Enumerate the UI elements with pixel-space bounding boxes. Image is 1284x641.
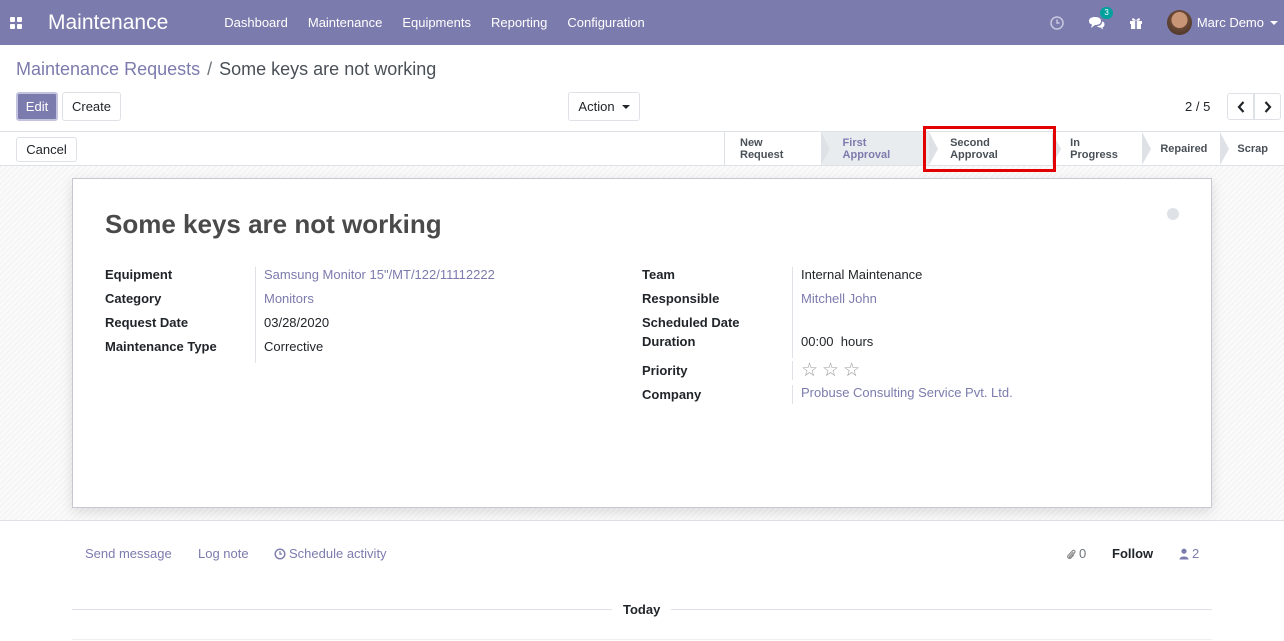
breadcrumb: Maintenance Requests / Some keys are not… [16, 59, 436, 80]
category-label: Category [105, 291, 162, 306]
star-outline-icon[interactable]: ☆ [843, 361, 860, 380]
priority-stars: ☆ ☆ ☆ [792, 360, 860, 380]
company-value[interactable]: Probuse Consulting Service Pvt. Ltd. [792, 384, 1013, 404]
followers-count: 2 [1192, 546, 1200, 561]
chat-icon[interactable]: 3 [1088, 6, 1113, 30]
field-row-duration: Duration 00:00 hours [642, 334, 1013, 358]
field-row-company: Company Probuse Consulting Service Pvt. … [642, 382, 1013, 406]
company-label: Company [642, 386, 702, 402]
breadcrumb-separator: / [207, 59, 213, 79]
request-date-value: 03/28/2020 [255, 315, 329, 339]
top-navbar: Maintenance Dashboard Maintenance Equipm… [0, 0, 1284, 45]
paperclip-icon [1067, 549, 1076, 559]
avatar [1166, 10, 1192, 35]
chevron-left-icon [1237, 100, 1244, 113]
field-row-request-date: Request Date 03/28/2020 [105, 315, 495, 339]
field-row-maintenance-type: Maintenance Type Corrective [105, 339, 495, 363]
priority-label: Priority [642, 362, 688, 378]
attachments-count: 0 [1079, 546, 1087, 561]
action-label: Action [578, 99, 615, 114]
field-row-equipment: Equipment Samsung Monitor 15"/MT/122/111… [105, 267, 495, 291]
maintenance-type-label: Maintenance Type [105, 339, 217, 354]
maintenance-type-value: Corrective [255, 339, 323, 363]
star-outline-icon[interactable]: ☆ [801, 361, 818, 380]
form-statusbar: Cancel New Request First Approval Second… [0, 131, 1284, 166]
stage-repaired[interactable]: Repaired [1142, 132, 1230, 165]
duration-unit: hours [840, 334, 874, 349]
menu-configuration[interactable]: Configuration [557, 0, 654, 45]
chevron-right-icon [1264, 100, 1271, 113]
stage-pipeline: New Request First Approval Second Approv… [724, 132, 1284, 165]
gift-icon[interactable] [1129, 16, 1143, 30]
action-dropdown-button[interactable]: Action [568, 92, 640, 121]
app-title[interactable]: Maintenance [48, 11, 168, 35]
user-icon [1179, 548, 1189, 559]
navbar-systray: 3 Marc Demo [1050, 0, 1284, 45]
pager-previous-button[interactable] [1227, 93, 1254, 120]
log-note-button[interactable]: Log note [198, 546, 249, 561]
equipment-value[interactable]: Samsung Monitor 15"/MT/122/11112222 [255, 267, 495, 291]
responsible-label: Responsible [642, 291, 720, 306]
duration-value-wrapper: 00:00 hours [792, 334, 873, 358]
edit-button[interactable]: Edit [16, 92, 58, 121]
stage-second-approval[interactable]: Second Approval [929, 132, 1062, 165]
cancel-button[interactable]: Cancel [16, 137, 77, 162]
user-name: Marc Demo [1196, 15, 1264, 30]
apps-menu-icon[interactable] [0, 0, 32, 45]
menu-reporting[interactable]: Reporting [481, 0, 557, 45]
bottom-divider [72, 639, 1212, 640]
scheduled-date-value [792, 315, 801, 334]
request-title: Some keys are not working [105, 209, 442, 239]
stage-in-progress[interactable]: In Progress [1052, 132, 1152, 165]
star-outline-icon[interactable]: ☆ [822, 361, 839, 380]
today-separator-label: Today [612, 602, 672, 617]
field-row-category: Category Monitors [105, 291, 495, 315]
form-group-left: Equipment Samsung Monitor 15"/MT/122/111… [105, 267, 495, 363]
form-group-right: Team Internal Maintenance Responsible Mi… [642, 267, 1013, 406]
schedule-activity-label: Schedule activity [289, 546, 387, 561]
responsible-value[interactable]: Mitchell John [792, 291, 877, 315]
attachments-button[interactable]: 0 [1066, 546, 1086, 561]
create-button[interactable]: Create [62, 92, 121, 121]
messages-count-badge: 3 [1100, 6, 1113, 19]
pager-value[interactable]: 2 / 5 [1185, 99, 1210, 114]
stage-scrap[interactable]: Scrap [1220, 132, 1284, 165]
field-row-priority: Priority ☆ ☆ ☆ [642, 358, 1013, 382]
kanban-state-indicator[interactable] [1167, 208, 1179, 220]
team-label: Team [642, 267, 675, 282]
menu-dashboard[interactable]: Dashboard [214, 0, 298, 45]
duration-value: 00:00 [801, 334, 834, 349]
clock-icon[interactable] [1050, 15, 1064, 30]
clock-icon [274, 547, 286, 560]
duration-label: Duration [642, 334, 696, 349]
field-row-scheduled-date: Scheduled Date [642, 315, 1013, 334]
category-value[interactable]: Monitors [255, 291, 314, 315]
scheduled-date-label: Scheduled Date [642, 315, 740, 330]
chevron-down-icon [1270, 20, 1278, 25]
send-message-button[interactable]: Send message [85, 546, 172, 561]
pager-next-button[interactable] [1254, 93, 1281, 120]
menu-maintenance[interactable]: Maintenance [298, 0, 392, 45]
breadcrumb-current: Some keys are not working [219, 59, 437, 79]
caret-down-icon [621, 104, 630, 109]
schedule-activity-button[interactable]: Schedule activity [274, 546, 387, 561]
breadcrumb-parent-link[interactable]: Maintenance Requests [16, 59, 200, 80]
form-sheet: Some keys are not working Equipment Sams… [72, 178, 1212, 508]
stage-new-request[interactable]: New Request [725, 132, 830, 165]
follow-button[interactable]: Follow [1112, 546, 1153, 561]
team-value: Internal Maintenance [792, 267, 922, 291]
stage-first-approval[interactable]: First Approval [820, 132, 938, 165]
field-row-team: Team Internal Maintenance [642, 267, 1013, 291]
user-menu[interactable]: Marc Demo [1166, 10, 1278, 35]
request-date-label: Request Date [105, 315, 189, 330]
field-row-responsible: Responsible Mitchell John [642, 291, 1013, 315]
equipment-label: Equipment [105, 267, 173, 282]
menu-equipments[interactable]: Equipments [392, 0, 481, 45]
main-menu: Dashboard Maintenance Equipments Reporti… [214, 0, 654, 45]
followers-button[interactable]: 2 [1179, 546, 1199, 561]
